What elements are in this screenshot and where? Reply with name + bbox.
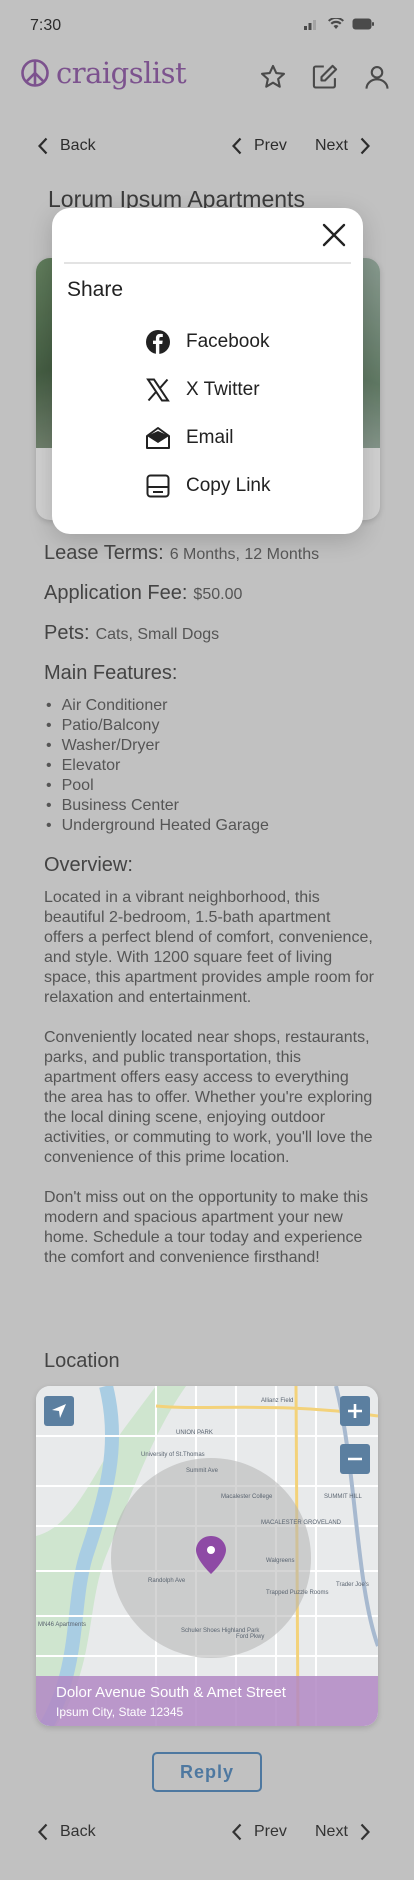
- fee-value: $50.00: [193, 586, 243, 603]
- map-label: Randolph Ave: [148, 1578, 186, 1584]
- overview-title: Overview:: [44, 854, 133, 876]
- share-label: Copy Link: [186, 475, 271, 496]
- share-facebook[interactable]: Facebook: [144, 318, 271, 366]
- pets-value: Cats, Small Dogs: [95, 626, 220, 643]
- share-x-twitter[interactable]: X Twitter: [144, 366, 271, 414]
- map-label: SUMMIT HILL: [324, 1494, 363, 1500]
- map-label: Walgreens: [266, 1558, 294, 1564]
- back-button[interactable]: Back: [38, 1823, 96, 1841]
- feature-item: Air Conditioner: [46, 696, 269, 716]
- close-button[interactable]: [317, 218, 351, 252]
- map-label: Allianz Field: [261, 1398, 293, 1404]
- zoom-out-button[interactable]: [340, 1444, 370, 1474]
- overview-paragraph: Don't miss out on the opportunity to mak…: [44, 1189, 369, 1266]
- navigation-arrow-icon: [52, 1404, 66, 1418]
- chevron-right-icon: [360, 1823, 370, 1841]
- prev-button[interactable]: Prev: [232, 1823, 287, 1841]
- features-title: Main Features:: [44, 662, 178, 684]
- map-label: Trader Joe's: [336, 1582, 369, 1588]
- pager-bottom: Back Prev Next: [0, 1815, 414, 1855]
- share-options: Facebook X Twitter Email Copy Link: [144, 318, 271, 510]
- copy-link-icon: [144, 472, 172, 500]
- overview-text: Located in a vibrant neighborhood, this …: [44, 888, 374, 1288]
- feature-item: Underground Heated Garage: [46, 816, 269, 836]
- locate-button[interactable]: [44, 1396, 74, 1426]
- map-street: Dolor Avenue South & Amet Street: [56, 1684, 286, 1701]
- chevron-left-icon: [38, 1823, 48, 1841]
- overview-paragraph: Conveniently located near shops, restaur…: [44, 1029, 373, 1166]
- facebook-icon: [144, 328, 172, 356]
- features-list: Air Conditioner Patio/Balcony Washer/Dry…: [46, 696, 269, 836]
- next-label: Next: [315, 1823, 348, 1840]
- feature-item: Washer/Dryer: [46, 736, 269, 756]
- overview-paragraph: Located in a vibrant neighborhood, this …: [44, 889, 374, 1006]
- share-label: X Twitter: [186, 379, 260, 400]
- share-email[interactable]: Email: [144, 414, 271, 462]
- share-copy-link[interactable]: Copy Link: [144, 462, 271, 510]
- email-icon: [144, 424, 172, 452]
- location-title: Location: [44, 1350, 120, 1372]
- chevron-left-icon: [232, 1823, 242, 1841]
- map-label: MN46 Apartments: [38, 1622, 86, 1628]
- zoom-in-button[interactable]: [340, 1396, 370, 1426]
- map-label: Ford Pkwy: [236, 1634, 264, 1640]
- lease-terms: Lease Terms: 6 Months, 12 Months: [44, 542, 319, 565]
- x-twitter-icon: [144, 376, 172, 404]
- feature-item: Business Center: [46, 796, 269, 816]
- share-title: Share: [67, 278, 124, 301]
- minus-icon: [348, 1457, 362, 1461]
- map-label: Trapped Puzzle Rooms: [266, 1590, 328, 1596]
- map-city: Ipsum City, State 12345: [56, 1705, 184, 1719]
- reply-button[interactable]: Reply: [152, 1752, 262, 1792]
- feature-item: Pool: [46, 776, 269, 796]
- fee-label: Application Fee:: [44, 582, 188, 604]
- map-label: UNION PARK: [176, 1430, 213, 1436]
- back-label: Back: [60, 1823, 96, 1840]
- map-label: MACALESTER GROVELAND: [261, 1520, 342, 1526]
- map-canvas: Allianz Field UNION PARK University of St.…: [36, 1386, 378, 1726]
- pets: Pets: Cats, Small Dogs: [44, 622, 219, 645]
- feature-item: Elevator: [46, 756, 269, 776]
- share-label: Email: [186, 427, 234, 448]
- lease-value: 6 Months, 12 Months: [169, 546, 320, 563]
- close-icon: [322, 223, 346, 247]
- map-label: University of St.Thomas: [141, 1452, 205, 1458]
- prev-label: Prev: [254, 1823, 287, 1840]
- feature-item: Patio/Balcony: [46, 716, 269, 736]
- lease-label: Lease Terms:: [44, 542, 164, 564]
- location-map[interactable]: Allianz Field UNION PARK University of St.…: [36, 1386, 378, 1726]
- pets-label: Pets:: [44, 622, 90, 644]
- plus-icon: [348, 1404, 362, 1418]
- application-fee: Application Fee: $50.00: [44, 582, 242, 605]
- modal-divider: [64, 262, 351, 264]
- map-label: Macalester College: [221, 1494, 273, 1500]
- next-button[interactable]: Next: [315, 1823, 370, 1841]
- map-label: Summit Ave: [186, 1468, 219, 1474]
- share-label: Facebook: [186, 331, 270, 352]
- share-modal: Share Facebook X Twitter Email Copy Link: [52, 208, 363, 534]
- map-address: Dolor Avenue South & Amet Street Ipsum C…: [36, 1676, 378, 1726]
